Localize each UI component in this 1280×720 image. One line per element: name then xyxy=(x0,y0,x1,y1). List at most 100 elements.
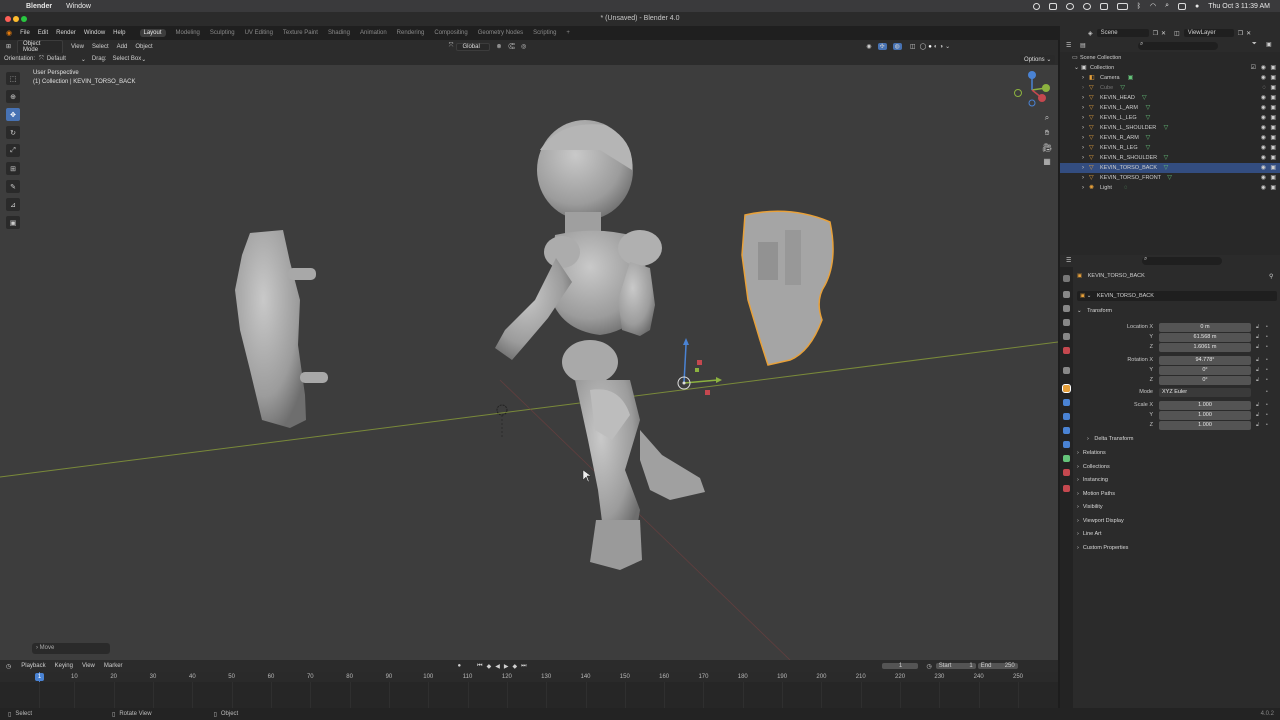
menu-edit[interactable]: Edit xyxy=(38,30,48,36)
search-icon[interactable]: ⌕ xyxy=(1165,2,1169,10)
transform-panel-header[interactable]: ⌄ Transform xyxy=(1077,306,1277,317)
wifi-icon[interactable]: ◠ xyxy=(1150,2,1156,10)
light-data-icon[interactable]: ◌ xyxy=(1124,183,1128,193)
outliner-item[interactable]: › ◧ Camera ▣ ◉ ▣ xyxy=(1060,73,1280,83)
camera-icon[interactable]: ▣ xyxy=(1270,63,1276,73)
lock-icon[interactable]: 🔓︎ xyxy=(1256,324,1259,330)
scene-selector[interactable]: Scene xyxy=(1096,29,1149,37)
outliner-item[interactable]: › ▽ KEVIN_L_SHOULDER ▽ ◉ ▣ xyxy=(1060,123,1280,133)
rotation-x-field[interactable]: 94.778° xyxy=(1159,356,1251,365)
world-tab-icon[interactable] xyxy=(1063,347,1070,354)
outliner-item[interactable]: › ▽ KEVIN_L_ARM ▽ ◉ ▣ xyxy=(1060,103,1280,113)
mesh-data-icon[interactable]: ▽ xyxy=(1167,173,1172,183)
mesh-data-icon[interactable]: ▽ xyxy=(1164,123,1169,133)
render-visibility-icon[interactable]: ▣ xyxy=(1270,143,1276,153)
outliner-item[interactable]: › ▽ KEVIN_R_LEG ▽ ◉ ▣ xyxy=(1060,143,1280,153)
render-visibility-icon[interactable]: ▣ xyxy=(1270,163,1276,173)
torso-back-mesh-selected[interactable] xyxy=(741,210,834,366)
outliner-item[interactable]: › ▽ KEVIN_L_LEG ▽ ◉ ▣ xyxy=(1060,113,1280,123)
menu-help[interactable]: Help xyxy=(113,30,125,36)
location-y-field[interactable]: 61.568 m xyxy=(1159,333,1251,342)
jump-end-icon[interactable]: ⏭ xyxy=(521,663,526,670)
eye-icon[interactable]: ◉ xyxy=(1261,153,1266,163)
location-z-field[interactable]: 1.6061 m xyxy=(1159,343,1251,352)
chevron-right-icon[interactable]: › xyxy=(1082,113,1084,123)
checkbox-icon[interactable]: ☑ xyxy=(1251,63,1256,73)
transform-orientation-selector[interactable]: Global xyxy=(456,42,491,51)
close-window-button[interactable] xyxy=(5,16,11,22)
options-button[interactable]: Options ⌄ xyxy=(1020,55,1056,64)
eye-icon[interactable]: ◉ xyxy=(1261,173,1266,183)
texture-tab-icon[interactable] xyxy=(1063,485,1070,492)
chevron-right-icon[interactable]: › xyxy=(1082,83,1084,93)
editor-type-icon[interactable]: ☰ xyxy=(1066,257,1071,264)
frame-ruler[interactable]: 10 20 30 40 50 60 70 80 90 100 110 120 130 140 150 160 1… xyxy=(0,672,1058,682)
add-cube-tool-icon[interactable]: ▣ xyxy=(6,216,20,229)
view-menu[interactable]: View xyxy=(71,44,84,50)
blender-logo-icon[interactable]: ◉ xyxy=(6,29,12,37)
chevron-right-icon[interactable]: › xyxy=(1082,123,1084,133)
keyframe-dot-icon[interactable]: • xyxy=(1266,389,1268,395)
view-menu[interactable]: View xyxy=(82,663,95,669)
keyframe-dot-icon[interactable]: • xyxy=(1266,377,1268,383)
timeline[interactable]: 10 20 30 40 50 60 70 80 90 100 110 120 130 140 150 160 1… xyxy=(0,672,1058,708)
render-visibility-icon[interactable]: ▣ xyxy=(1270,133,1276,143)
chevron-right-icon[interactable]: › xyxy=(1082,93,1084,103)
output-tab-icon[interactable] xyxy=(1063,305,1070,312)
chevron-right-icon[interactable]: › xyxy=(1082,143,1084,153)
workspace-tab-uv-editing[interactable]: UV Editing xyxy=(245,30,273,36)
control-center-icon[interactable] xyxy=(1178,2,1187,10)
mesh-data-icon[interactable]: ▽ xyxy=(1146,103,1151,113)
play-icon[interactable]: ▶ xyxy=(504,663,509,670)
outliner-item[interactable]: › ▽ KEVIN_R_ARM ▽ ◉ ▣ xyxy=(1060,133,1280,143)
measure-tool-icon[interactable]: ⊿ xyxy=(6,198,20,211)
zoom-window-button[interactable] xyxy=(21,16,27,22)
pivot-icon[interactable]: ⊗ xyxy=(496,43,501,50)
constraints-tab-icon[interactable] xyxy=(1063,441,1070,448)
render-visibility-icon[interactable]: ▣ xyxy=(1270,93,1276,103)
chevron-down-icon[interactable]: ⌄ xyxy=(945,43,950,50)
object-name-field[interactable]: KEVIN_TORSO_BACK xyxy=(1097,293,1154,299)
menu-file[interactable]: File xyxy=(20,30,30,36)
lock-icon[interactable]: 🔓︎ xyxy=(1256,402,1259,408)
render-visibility-icon[interactable]: ▣ xyxy=(1270,113,1276,123)
delta-transform-panel[interactable]: › Delta Transform xyxy=(1087,434,1280,445)
chevron-down-icon[interactable]: ⌄ xyxy=(1074,63,1079,73)
outliner-scene-collection[interactable]: ▭ Scene Collection xyxy=(1060,53,1280,63)
panel-instancing[interactable]: › Instancing xyxy=(1077,475,1277,486)
workspace-tab-scripting[interactable]: Scripting xyxy=(533,30,556,36)
keyframe-dot-icon[interactable]: • xyxy=(1266,412,1268,418)
eye-icon[interactable]: ◉ xyxy=(1261,183,1266,193)
overlays-icon[interactable]: ◍ xyxy=(892,43,902,50)
physics-tab-icon[interactable] xyxy=(1063,427,1070,434)
render-visibility-icon[interactable]: ▣ xyxy=(1270,173,1276,183)
panel-custom-properties[interactable]: › Custom Properties xyxy=(1077,543,1277,554)
chevron-right-icon[interactable]: › xyxy=(1082,163,1084,173)
view-layer-icon[interactable]: ◫ xyxy=(1174,30,1180,37)
rendered-shading-icon[interactable]: ◑ xyxy=(940,44,944,50)
add-workspace-button[interactable]: + xyxy=(566,30,570,36)
lock-icon[interactable]: 🔓︎ xyxy=(1256,412,1259,418)
panel-collections[interactable]: › Collections xyxy=(1077,462,1277,473)
orientation-selector[interactable]: Default xyxy=(47,56,81,62)
playhead-frame-indicator[interactable]: 1 xyxy=(35,673,44,681)
torso-front-mesh[interactable] xyxy=(235,230,328,428)
workspace-tab-sculpting[interactable]: Sculpting xyxy=(210,30,235,36)
eye-icon[interactable]: ◉ xyxy=(1261,133,1266,143)
workspace-tab-geometry-nodes[interactable]: Geometry Nodes xyxy=(478,30,523,36)
workspace-tab-rendering[interactable]: Rendering xyxy=(397,30,425,36)
render-visibility-icon[interactable]: ▣ xyxy=(1270,83,1276,93)
outliner-collection[interactable]: ⌄ ▣ Collection ☑ ◉ ▣ xyxy=(1060,63,1280,73)
copy-icon[interactable]: ❐ xyxy=(1153,30,1158,37)
display-mode-icon[interactable]: ▤ xyxy=(1080,42,1086,49)
scale-z-field[interactable]: 1.000 xyxy=(1159,421,1251,430)
keyframe-dot-icon[interactable]: • xyxy=(1266,344,1268,350)
render-visibility-icon[interactable]: ▣ xyxy=(1270,153,1276,163)
panel-line-art[interactable]: › Line Art xyxy=(1077,529,1277,540)
panel-relations[interactable]: › Relations xyxy=(1077,448,1277,459)
particles-tab-icon[interactable] xyxy=(1063,413,1070,420)
delete-icon[interactable]: ✕ xyxy=(1246,30,1251,37)
keyframe-dot-icon[interactable]: • xyxy=(1266,324,1268,330)
rotation-mode-selector[interactable]: XYZ Euler xyxy=(1159,388,1251,397)
panel-motion-paths[interactable]: › Motion Paths xyxy=(1077,489,1277,500)
